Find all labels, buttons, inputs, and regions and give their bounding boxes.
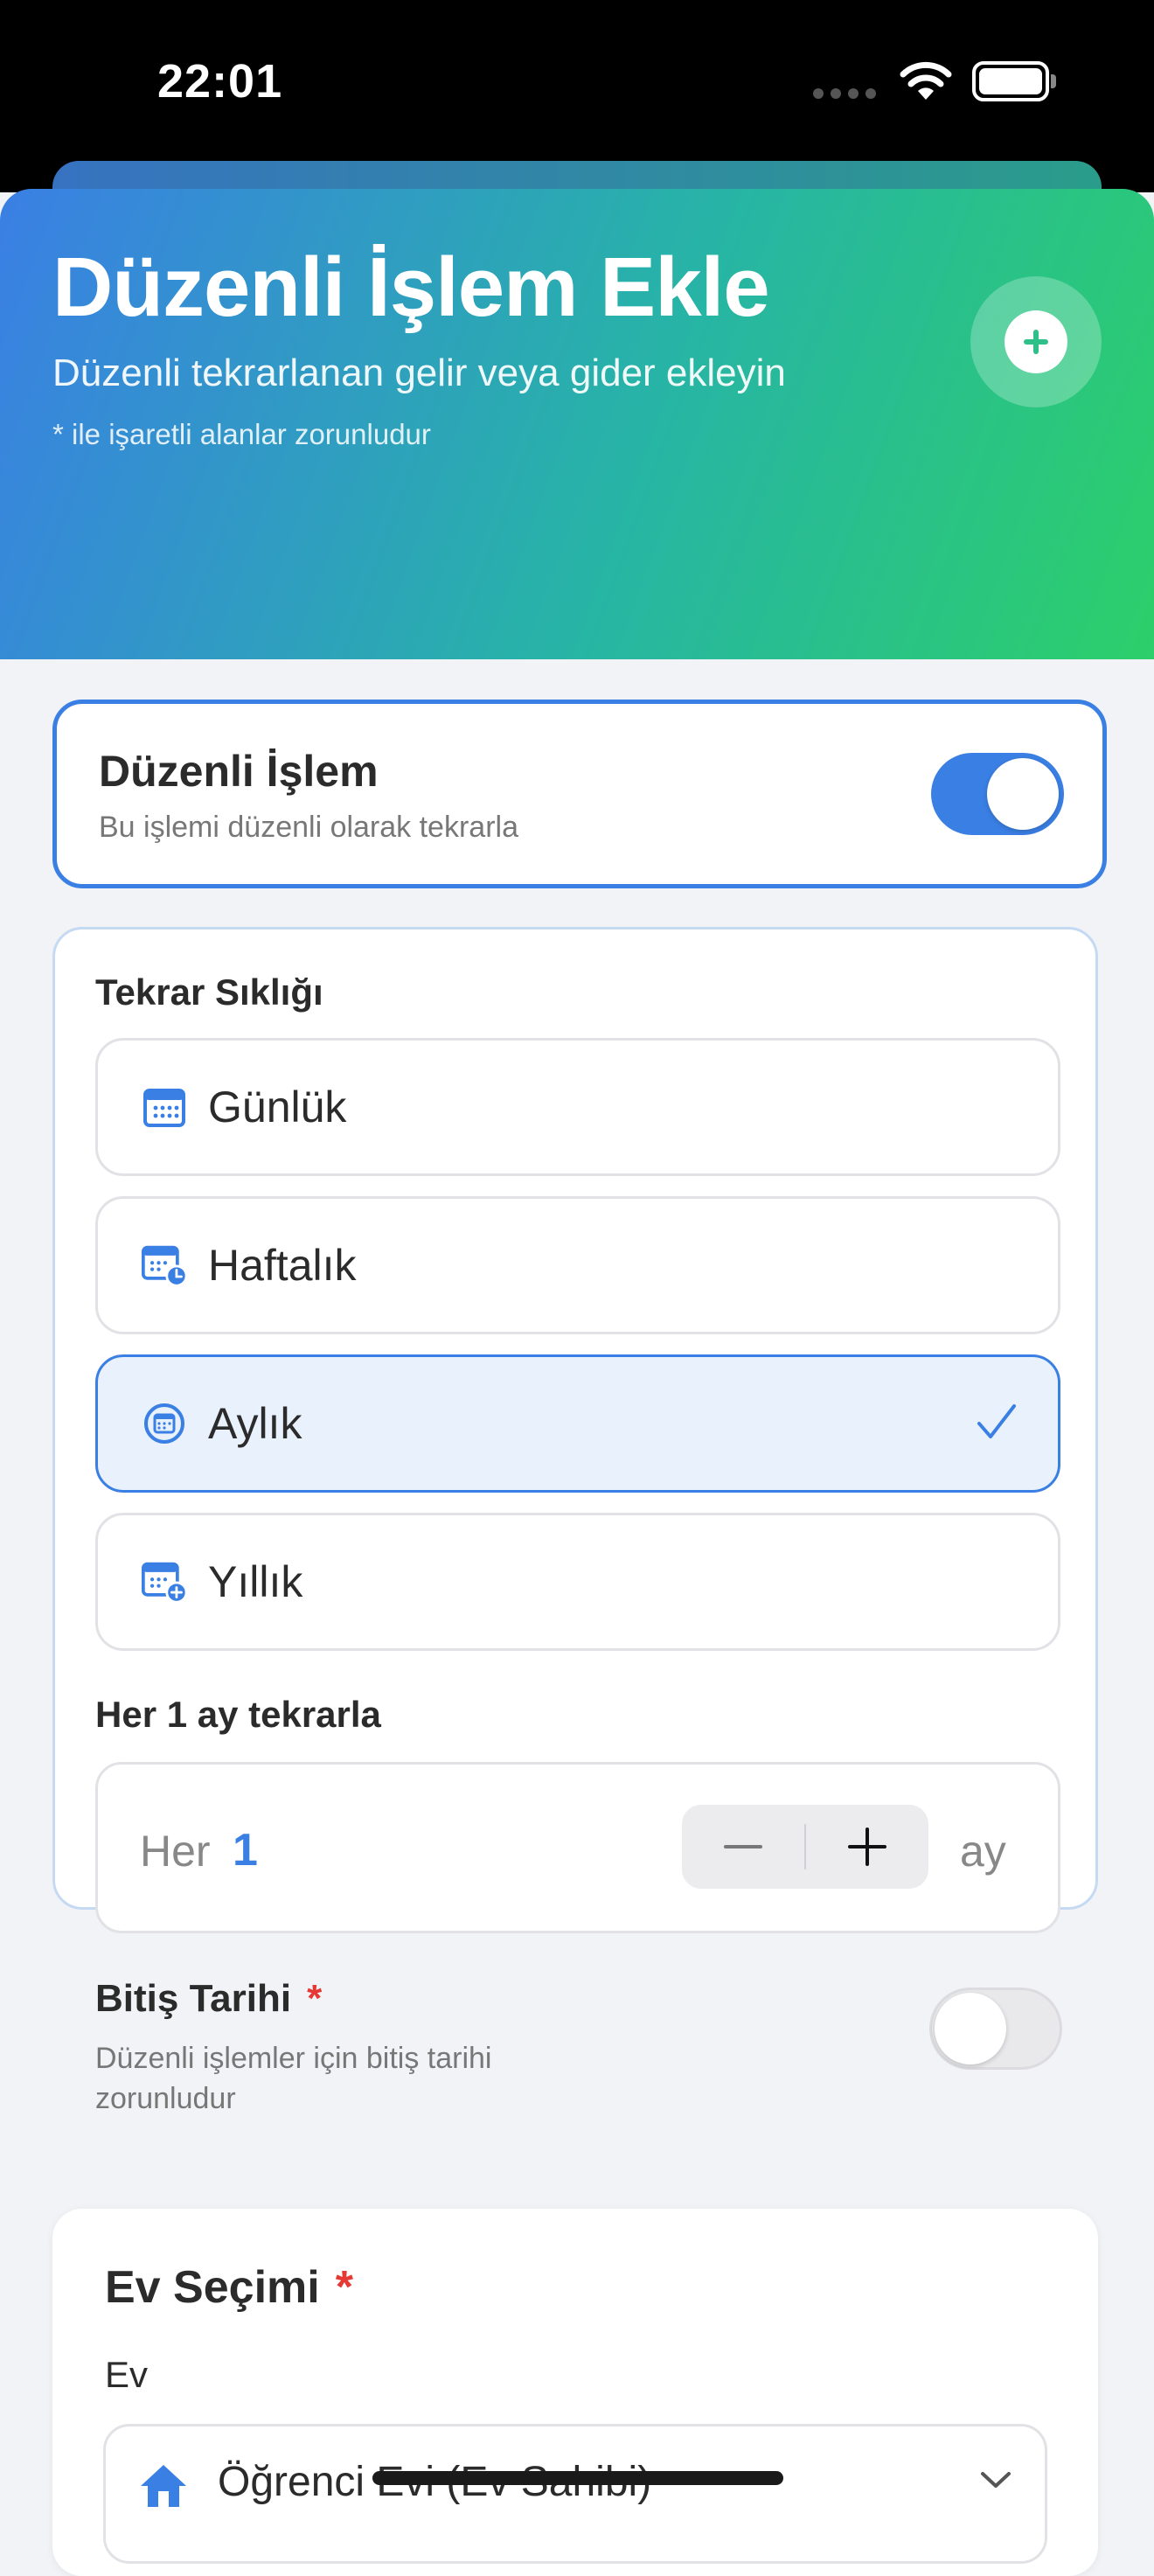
option-label: Yıllık [208,1557,303,1606]
calendar-clock-icon [142,1243,187,1288]
house-title-text: Ev Seçimi [105,2262,320,2313]
status-time: 22:01 [157,55,283,108]
page-subtitle: Düzenli tekrarlanan gelir veya gider ekl… [52,352,786,394]
plus-icon [848,1828,887,1866]
wifi-icon [900,61,952,100]
chevron-down-icon [980,2470,1011,2494]
option-label: Günlük [208,1083,347,1131]
frequency-option-monthly[interactable]: Aylık [95,1354,1060,1493]
option-label: Haftalık [208,1241,357,1290]
house-card: Ev Seçimi * Ev Öğrenci Evi (Ev Sahibi) [52,2209,1098,2576]
recurring-card: Düzenli İşlem Bu işlemi düzenli olarak t… [52,700,1107,888]
minus-icon [723,1845,762,1848]
add-button[interactable] [970,276,1102,407]
header: Düzenli İşlem Ekle Düzenli tekrarlanan g… [0,189,1154,659]
calendar-circle-icon [142,1401,187,1446]
plus-circle-icon [1005,310,1067,373]
required-note: * ile işaretli alanlar zorunludur [52,418,431,450]
frequency-option-daily[interactable]: Günlük [95,1038,1060,1176]
option-label: Aylık [208,1399,302,1448]
end-date-toggle[interactable] [929,1988,1062,2070]
status-icons [813,61,1056,101]
frequency-option-yearly[interactable]: Yıllık [95,1513,1060,1651]
interval-value: 1 [233,1825,258,1876]
calendar-plus-icon [142,1559,187,1605]
interval-label: Her 1 ay tekrarla [95,1694,381,1735]
house-title: Ev Seçimi * [105,2261,353,2314]
house-field-label: Ev [105,2354,149,2395]
interval-prefix: Her [140,1827,211,1876]
end-date-title-text: Bitiş Tarihi [95,1977,292,2020]
decrement-button[interactable] [682,1805,804,1889]
frequency-card: Tekrar Sıklığı Günlük Haftalık Aylık Yıl… [52,927,1098,2115]
recurring-toggle[interactable] [931,753,1064,835]
house-icon [137,2461,190,2515]
page-title: Düzenli İşlem Ekle [52,240,770,334]
increment-button[interactable] [806,1805,928,1889]
interval-field: Her 1 ay [95,1762,1060,1933]
recurring-title: Düzenli İşlem [99,747,379,796]
house-select[interactable]: Öğrenci Evi (Ev Sahibi) [103,2424,1047,2564]
battery-icon [972,61,1056,101]
signal-dots-icon [813,88,876,99]
form-content: Düzenli İşlem Bu işlemi düzenli olarak t… [0,659,1154,2576]
frequency-label: Tekrar Sıklığı [95,971,323,1013]
recurring-subtitle: Bu işlemi düzenli olarak tekrarla [99,811,518,844]
required-mark: * [335,2262,353,2313]
calendar-icon [142,1084,187,1130]
end-date-description: Düzenli işlemler için bitiş tarihi zorun… [95,2042,492,2115]
interval-stepper [682,1805,928,1889]
home-indicator [372,2471,783,2485]
checkmark-icon [976,1401,1018,1447]
interval-unit: ay [960,1827,1006,1876]
required-mark: * [307,1977,323,2020]
end-date-title: Bitiş Tarihi * [95,1977,322,2021]
frequency-option-weekly[interactable]: Haftalık [95,1196,1060,1334]
